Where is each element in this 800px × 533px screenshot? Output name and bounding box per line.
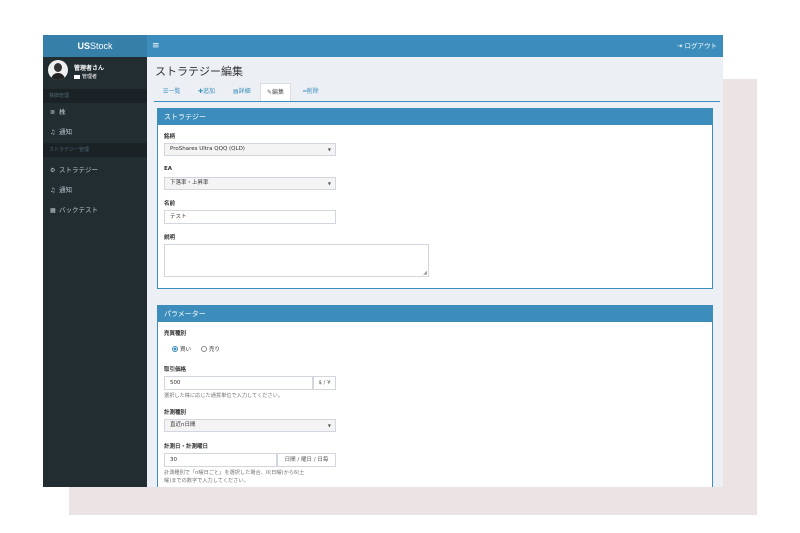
calendar-icon: ▦ — [50, 207, 56, 214]
tab-detail[interactable]: ▤詳細 — [227, 83, 257, 101]
sidebar-item-stock-notify[interactable]: ♫ 通知 — [43, 124, 147, 140]
radio-unchecked-icon — [201, 345, 207, 352]
radio-buy[interactable]: 買い — [172, 345, 191, 353]
radio-checked-icon — [172, 345, 178, 352]
strategy-box-header: ストラテジー — [158, 109, 712, 125]
measure-type-select[interactable]: 直近n日間 ▼ — [164, 419, 336, 432]
tab-list[interactable]: ☰一覧 — [157, 83, 186, 101]
ea-label: EA — [164, 166, 173, 172]
avatar — [48, 60, 68, 80]
description-label: 説明 — [164, 235, 176, 241]
bell-icon: ♫ — [50, 129, 56, 136]
app-window: USStock ≡ ⇥ ログアウト 管理者さん 管理者 株価管理 ≣ 株 ♫ 通知 … — [43, 35, 723, 487]
caret-down-icon: ▼ — [327, 181, 331, 186]
symbol-label: 銘柄 — [164, 134, 176, 140]
radio-sell[interactable]: 売り — [201, 345, 220, 353]
price-unit-addon: $ / ¥ — [313, 376, 336, 390]
logout-link[interactable]: ⇥ ログアウト — [677, 35, 717, 57]
symbol-select[interactable]: ProShares Ultra QQQ (QLD) ▼ — [164, 143, 336, 156]
sidebar-item-backtest[interactable]: ▦ バックテスト — [43, 202, 147, 218]
app-logo[interactable]: USStock — [43, 35, 147, 57]
sidebar-item-strategy[interactable]: ⚙ ストラテジー — [43, 162, 147, 178]
user-panel: 管理者さん 管理者 — [43, 57, 147, 89]
ea-select[interactable]: 下落率・上昇率 ▼ — [164, 177, 336, 190]
name-input[interactable]: テスト — [164, 210, 336, 224]
cogs-icon: ⚙ — [50, 167, 56, 174]
sidebar: 管理者さん 管理者 株価管理 ≣ 株 ♫ 通知 ストラテジー管理 ⚙ ストラテジー ♫… — [43, 57, 147, 487]
parameter-box-header: パラメーター — [158, 306, 712, 322]
description-textarea[interactable]: ◢ — [164, 244, 429, 277]
name-label: 名前 — [164, 201, 176, 207]
database-icon: ≣ — [50, 109, 56, 116]
sidebar-section-header: 株価管理 — [43, 89, 147, 103]
user-role: 管理者 — [74, 73, 97, 80]
tab-delete[interactable]: ━削除 — [297, 83, 325, 101]
measure-day-input[interactable]: 30 — [164, 453, 277, 467]
tab-add[interactable]: ✚追加 — [192, 83, 221, 101]
trade-type-label: 売買種別 — [164, 331, 187, 337]
resize-grip-icon[interactable]: ◢ — [423, 270, 427, 276]
sidebar-item-strategy-notify[interactable]: ♫ 通知 — [43, 182, 147, 198]
bell-icon: ♫ — [50, 187, 56, 194]
measure-day-unit-addon: 日間 / 曜日 / 日毎 — [277, 453, 336, 467]
measure-day-help-text: 計測種別で「n曜日ごと」を選択した場合、0(日曜)から6(土 曜)までの数字で入… — [164, 470, 305, 484]
measure-type-label: 計測種別 — [164, 410, 187, 416]
page-title: ストラテジー編集 — [155, 65, 243, 78]
caret-down-icon: ▼ — [327, 423, 331, 428]
sidebar-section-header: ストラテジー管理 — [43, 143, 147, 157]
sidebar-item-stock[interactable]: ≣ 株 — [43, 104, 147, 120]
parameter-box: パラメーター 売買種別 買い 売り 取引価格 500 $ / ¥ 選択した株に応… — [157, 305, 713, 487]
measure-day-label: 計測日・計測曜日 — [164, 444, 209, 450]
menu-toggle-icon[interactable]: ≡ — [152, 35, 160, 57]
sign-out-icon: ⇥ — [676, 42, 685, 50]
user-name: 管理者さん — [74, 65, 105, 72]
tab-bar: ☰一覧 ✚追加 ▤詳細 ✎編集 ━削除 — [154, 83, 720, 102]
main-content: ストラテジー編集 ☰一覧 ✚追加 ▤詳細 ✎編集 ━削除 ストラテジー 銘柄 P… — [147, 57, 723, 487]
price-input[interactable]: 500 — [164, 376, 313, 390]
price-label: 取引価格 — [164, 367, 187, 373]
price-help-text: 選択した株に応じた通貨単位で入力してください。 — [164, 393, 284, 399]
strategy-box: ストラテジー 銘柄 ProShares Ultra QQQ (QLD) ▼ EA … — [157, 108, 713, 289]
tab-edit[interactable]: ✎編集 — [260, 83, 292, 101]
caret-down-icon: ▼ — [327, 147, 331, 152]
top-navbar: USStock ≡ ⇥ ログアウト — [43, 35, 723, 57]
id-card-icon — [74, 74, 80, 79]
